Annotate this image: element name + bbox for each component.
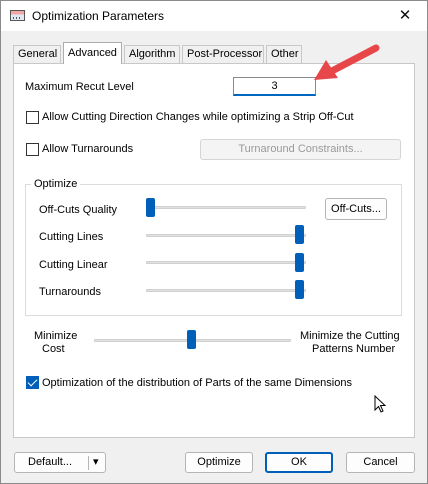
allow-direction-label: Allow Cutting Direction Changes while op… [42,111,354,123]
close-icon[interactable]: ✕ [383,1,427,31]
split-divider [88,456,89,470]
offcuts-quality-track [146,206,306,209]
tab-general[interactable]: General [13,45,61,63]
distribution-checkbox[interactable] [26,376,39,389]
title-bar: Optimization Parameters ✕ [1,1,427,31]
balance-slider[interactable] [187,330,196,349]
tab-algorithm[interactable]: Algorithm [124,45,180,63]
cutting-linear-slider[interactable] [295,253,304,272]
tab-advanced[interactable]: Advanced [63,42,122,64]
cutting-linear-track [146,261,306,264]
minimize-cost-label-line1: Minimize [34,330,78,342]
minimize-patterns-label-line2: Patterns Number [312,343,396,355]
cutting-lines-track [146,234,306,237]
offcuts-quality-label: Off-Cuts Quality [39,204,118,216]
allow-turnarounds-label: Allow Turnarounds [42,143,134,155]
optimize-group-title: Optimize [31,178,81,190]
allow-turnarounds-checkbox[interactable] [26,143,39,156]
distribution-label: Optimization of the distribution of Part… [42,377,352,389]
chevron-down-icon[interactable]: ▾ [93,453,99,472]
offcuts-button[interactable]: Off-Cuts... [325,198,387,220]
turnarounds-slider[interactable] [295,280,304,299]
optimize-button[interactable]: Optimize [185,452,253,473]
tab-other[interactable]: Other [266,45,302,63]
cancel-button[interactable]: Cancel [346,452,415,473]
turnarounds-track [146,289,306,292]
minimize-cost-label-line2: Cost [42,343,65,355]
default-button-label: Default... [28,456,73,468]
mouse-pointer-icon [374,395,387,413]
tab-post-processor[interactable]: Post-Processor [182,45,264,63]
offcuts-quality-slider[interactable] [146,198,155,217]
app-window-icon [10,10,25,21]
red-annotation-arrow-icon [314,44,380,80]
max-recut-input[interactable]: 3 [233,77,316,96]
window-title: Optimization Parameters [32,9,165,23]
turnarounds-label: Turnarounds [39,286,101,298]
cutting-linear-label: Cutting Linear [39,259,108,271]
cutting-lines-slider[interactable] [295,225,304,244]
turnaround-constraints-button[interactable]: Turnaround Constraints... [200,139,401,160]
max-recut-label: Maximum Recut Level [25,81,134,93]
minimize-patterns-label-line1: Minimize the Cutting [300,330,400,342]
ok-button[interactable]: OK [265,452,333,473]
allow-direction-checkbox[interactable] [26,111,39,124]
cutting-lines-label: Cutting Lines [39,231,104,243]
default-button[interactable]: Default... ▾ [14,452,106,473]
